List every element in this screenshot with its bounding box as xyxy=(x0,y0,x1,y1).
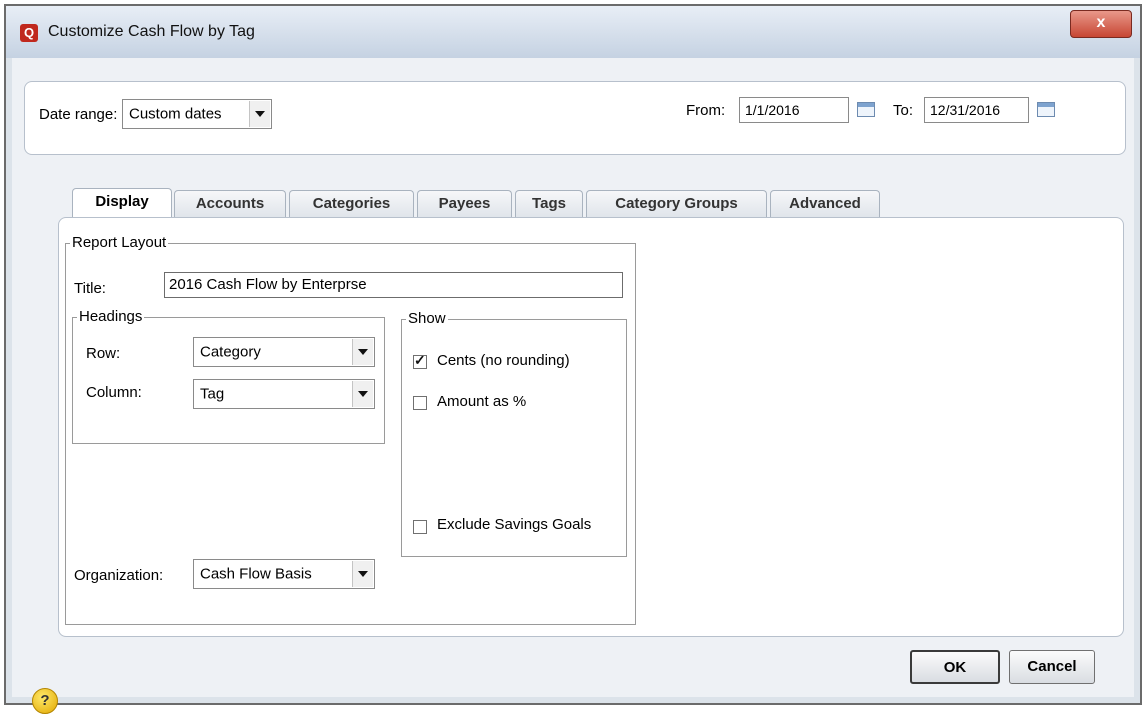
from-label: From: xyxy=(686,102,726,119)
calendar-icon[interactable] xyxy=(1037,102,1055,117)
column-heading-dropdown[interactable]: Tag xyxy=(193,379,375,409)
tab-display[interactable]: Display xyxy=(72,188,172,219)
organization-dropdown[interactable]: Cash Flow Basis xyxy=(193,559,375,589)
quicken-app-icon: Q xyxy=(20,24,38,42)
column-heading-value: Tag xyxy=(200,385,225,403)
title-label: Title: xyxy=(74,280,106,297)
ok-button[interactable]: OK xyxy=(910,650,1000,684)
cents-label: Cents (no rounding) xyxy=(437,352,570,369)
close-button[interactable]: x xyxy=(1070,10,1132,38)
organization-value: Cash Flow Basis xyxy=(200,565,312,583)
show-group: Show Cents (no rounding) Amount as % Exc… xyxy=(401,310,627,557)
cents-checkbox[interactable] xyxy=(413,352,427,369)
show-title: Show xyxy=(406,310,448,327)
to-date-input[interactable]: 12/31/2016 xyxy=(924,97,1029,123)
customize-dialog: Q Customize Cash Flow by Tag x Date rang… xyxy=(4,4,1142,714)
headings-title: Headings xyxy=(77,308,145,325)
help-icon[interactable]: ? xyxy=(32,688,58,714)
row-heading-value: Category xyxy=(200,343,261,361)
chevron-down-icon[interactable] xyxy=(352,339,373,365)
date-range-dropdown[interactable]: Custom dates xyxy=(122,99,272,129)
tab-payees[interactable]: Payees xyxy=(417,190,512,218)
organization-label: Organization: xyxy=(74,567,164,584)
chevron-down-icon[interactable] xyxy=(352,381,373,407)
to-label: To: xyxy=(893,102,914,119)
chevron-down-icon[interactable] xyxy=(352,561,373,587)
chevron-down-icon[interactable] xyxy=(249,101,270,127)
row-label: Row: xyxy=(86,345,121,362)
display-tab-panel: Report Layout Title: 2016 Cash Flow by E… xyxy=(58,217,1124,637)
exclude-savings-goals-label: Exclude Savings Goals xyxy=(437,516,592,533)
report-title-input[interactable]: 2016 Cash Flow by Enterprse xyxy=(164,272,623,298)
row-heading-dropdown[interactable]: Category xyxy=(193,337,375,367)
report-layout-group: Report Layout Title: 2016 Cash Flow by E… xyxy=(65,234,636,625)
tab-category-groups[interactable]: Category Groups xyxy=(586,190,767,218)
tab-tags[interactable]: Tags xyxy=(515,190,583,218)
amount-percent-label: Amount as % xyxy=(437,393,527,410)
amount-percent-checkbox[interactable] xyxy=(413,396,427,410)
report-layout-title: Report Layout xyxy=(70,234,169,251)
calendar-icon[interactable] xyxy=(857,102,875,117)
date-range-value: Custom dates xyxy=(129,105,222,123)
from-date-input[interactable]: 1/1/2016 xyxy=(739,97,849,123)
title-bar: Q Customize Cash Flow by Tag x xyxy=(6,6,1140,58)
dialog-title: Customize Cash Flow by Tag xyxy=(48,23,255,40)
headings-group: Headings Row: Category Column: Tag xyxy=(72,308,385,444)
column-label: Column: xyxy=(86,384,142,401)
date-range-section: Date range: Custom dates From: 1/1/2016 … xyxy=(24,81,1126,155)
cancel-button[interactable]: Cancel xyxy=(1009,650,1095,684)
tab-accounts[interactable]: Accounts xyxy=(174,190,286,218)
dialog-body: Date range: Custom dates From: 1/1/2016 … xyxy=(12,58,1134,714)
tab-categories[interactable]: Categories xyxy=(289,190,414,218)
exclude-savings-goals-checkbox[interactable] xyxy=(413,520,427,534)
date-range-label: Date range: xyxy=(39,106,118,123)
tab-advanced[interactable]: Advanced xyxy=(770,190,880,218)
